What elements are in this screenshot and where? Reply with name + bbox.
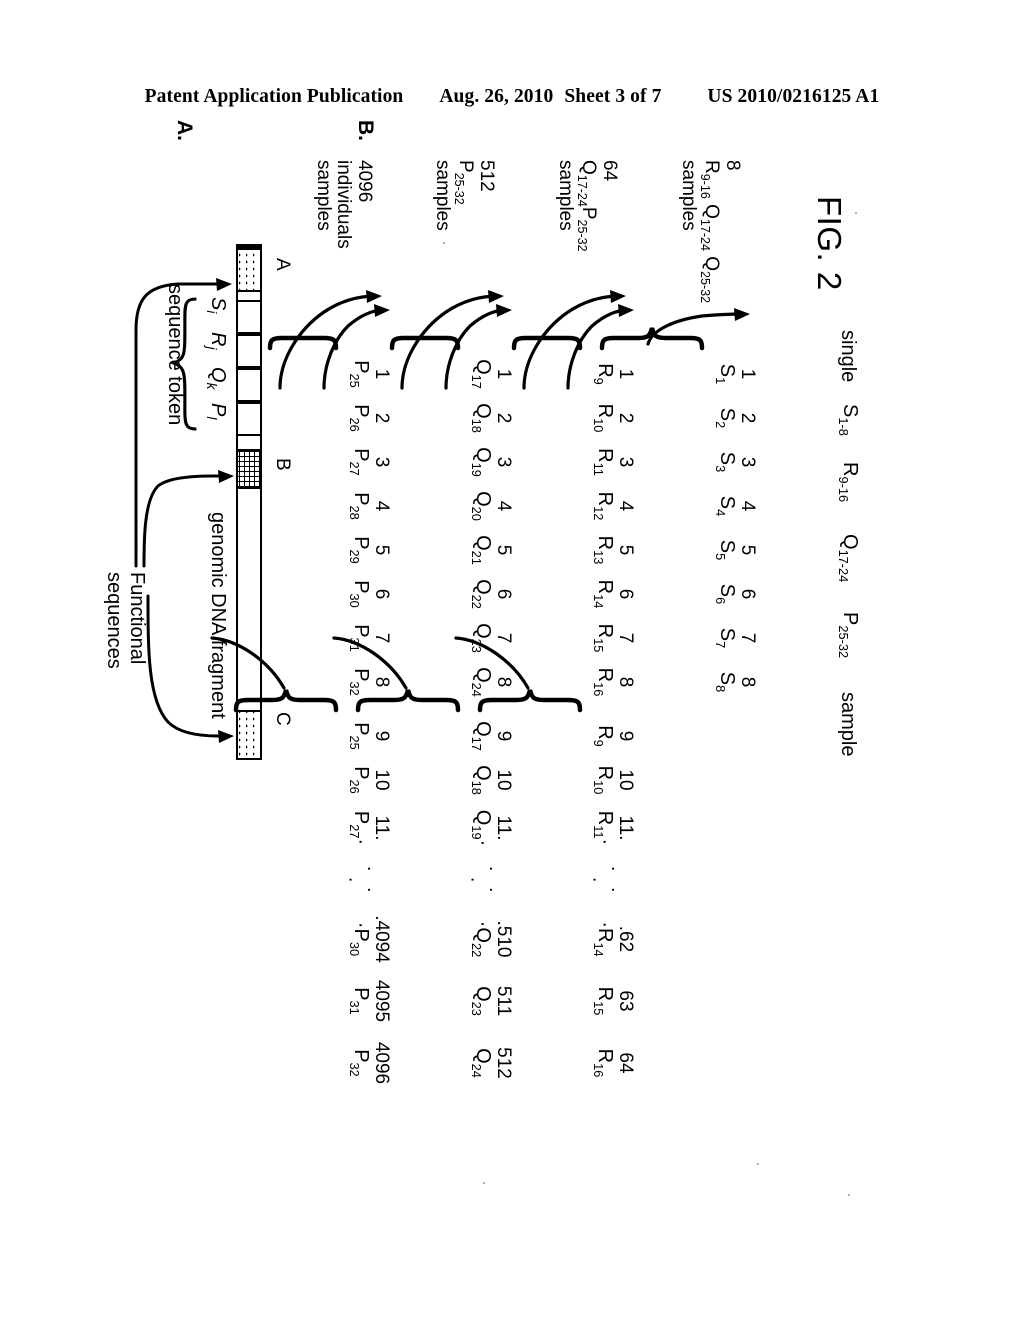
final-single-label: single — [837, 330, 859, 383]
final-token-p: P25-32 — [836, 612, 861, 659]
scan-artifact — [483, 1182, 485, 1184]
row1-ellipsis-2: · — [340, 866, 361, 883]
row1-cell-6: 6 P30 — [347, 580, 392, 608]
row1-cell-4094: .4094 ·P30 — [347, 915, 392, 963]
panel-a-letter: A. — [173, 120, 196, 141]
scan-artifact — [848, 1194, 850, 1196]
row1-cell-5: 5 P29 — [347, 536, 392, 564]
row3-cell-6: 6 R14 — [591, 579, 636, 609]
functional-sequences-label-line1: Functional — [126, 572, 148, 665]
row4-cell-6: 6 S6 — [713, 583, 758, 605]
row4-cell-7: 7 S7 — [713, 627, 758, 649]
row2-cell-8: 8 Q24 — [469, 667, 514, 697]
row3-cell-11: 11. R11· — [591, 810, 636, 846]
row1-cell-4096: 4096 P32 — [347, 1041, 392, 1085]
row1-brace-left — [267, 335, 339, 351]
row1-cell-8: 8 P32 — [347, 668, 392, 696]
dna-fragment-bar — [236, 244, 262, 760]
segment-b-grid — [238, 449, 260, 489]
pool-arrow-4 — [646, 312, 746, 346]
row1-cell-7: 7 P31 — [347, 624, 392, 652]
row3-cell-8: 8 R16 — [591, 667, 636, 697]
sequence-token-caption: sequence token — [164, 284, 186, 426]
row4-cell-4: 4 S4 — [713, 495, 758, 517]
row3-cell-62: .62 ·R14 — [591, 921, 636, 957]
row1-cell-4: 4 P28 — [347, 492, 392, 520]
row-label-8: 8 R9-16 Q17-24 Q25-32 samples — [678, 160, 743, 304]
row2-ellipsis: . . — [485, 866, 506, 893]
row-label-64: 64 Q17-24P25-32 samples — [555, 160, 620, 252]
row1-ellipsis: . . — [363, 866, 384, 893]
row1-cell-2: 2 P26 — [347, 404, 392, 432]
row2-cell-6: 6 Q22 — [469, 579, 514, 609]
row2-cell-5: 5 Q21 — [469, 535, 514, 565]
row2-cell-3: 3 Q19 — [469, 447, 514, 477]
row2-cell-10: 10 Q18 — [469, 765, 514, 795]
row1-cell-3: 3 P27 — [347, 448, 392, 476]
row2-brace-left — [389, 335, 461, 351]
genomic-dna-fragment-label: genomic DNA fragment — [207, 512, 229, 719]
row-label-512: 512 P25-32 samples — [432, 160, 497, 231]
scan-artifact — [757, 1163, 759, 1165]
row3-cell-3: 3 R11 — [591, 448, 636, 476]
row1-cell-1: 1 P25 — [347, 360, 392, 388]
marker-c-label: C — [272, 712, 293, 726]
row2-cell-511: 511 Q23 — [469, 985, 514, 1017]
figure-stage: FIG. 2 A. B. A B C Si Rj Qk Pl sequence … — [0, 0, 1024, 1320]
row3-cell-7: 7 R15 — [591, 623, 636, 653]
final-token-q: Q17-24 — [836, 534, 861, 583]
row-label-4096: 4096 individuals samples — [312, 160, 375, 249]
row4-brace-left — [599, 327, 705, 351]
row1-cell-11: 11. P27· — [347, 810, 392, 846]
marker-b-label: B — [272, 458, 293, 471]
row3-brace-left — [511, 335, 583, 351]
row3-ellipsis-2: · — [584, 866, 605, 883]
segment-token-r — [238, 246, 260, 250]
scan-artifact — [855, 212, 857, 214]
row2-cell-1: 1 Q17 — [469, 359, 514, 389]
segment-token-r2 — [238, 334, 260, 368]
row4-cell-2: 2 S2 — [713, 407, 758, 429]
row3-cell-9: 9 R9 — [591, 725, 636, 747]
figure-title: FIG. 2 — [811, 196, 848, 291]
scan-artifact — [443, 242, 445, 244]
segment-c-hatched — [238, 710, 260, 760]
segment-token-p — [238, 402, 260, 436]
row3-cell-63: 63 R15 — [591, 986, 636, 1016]
row3-cell-2: 2 R10 — [591, 403, 636, 433]
row3-ellipsis: . . — [607, 866, 628, 893]
row4-cell-5: 5 S5 — [713, 539, 758, 561]
row3-cell-1: 1 R9 — [591, 363, 636, 385]
row3-cell-64: 64 R16 — [591, 1048, 636, 1078]
segment-a-hatched — [238, 246, 260, 292]
panel-b-letter: B. — [354, 120, 377, 141]
row4-cell-8: 8 S8 — [713, 671, 758, 693]
row2-cell-2: 2 Q18 — [469, 403, 514, 433]
row2-cell-4: 4 Q20 — [469, 491, 514, 521]
row4-cell-3: 3 S3 — [713, 451, 758, 473]
row2-ellipsis-2: · — [462, 866, 483, 883]
row2-cell-7: 7 Q23 — [469, 623, 514, 653]
marker-a-label: A — [272, 258, 293, 271]
final-sample-label: sample — [837, 692, 859, 757]
row2-cell-512: 512 Q24 — [469, 1047, 514, 1079]
row3-cell-4: 4 R12 — [591, 491, 636, 521]
functional-sequences-label-line2: sequences — [103, 572, 125, 669]
row1-cell-9: 9 P25 — [347, 722, 392, 750]
row1-cell-10: 10 P26 — [347, 766, 392, 794]
row1-cell-4095: 4095 P31 — [347, 979, 392, 1023]
final-token-r: R9-16 — [836, 462, 861, 503]
segment-token-q — [238, 368, 260, 402]
row2-cell-11: 11. Q19· — [469, 809, 514, 847]
row3-cell-10: 10 R10 — [591, 765, 636, 795]
segment-token-s — [238, 300, 260, 334]
row4-cell-1: 1 S1 — [713, 363, 758, 385]
row2-cell-9: 9 Q17 — [469, 721, 514, 751]
row2-cell-510: .510 ·Q22 — [469, 920, 514, 958]
row3-cell-5: 5 R13 — [591, 535, 636, 565]
final-token-s: S1-8 — [836, 404, 861, 436]
